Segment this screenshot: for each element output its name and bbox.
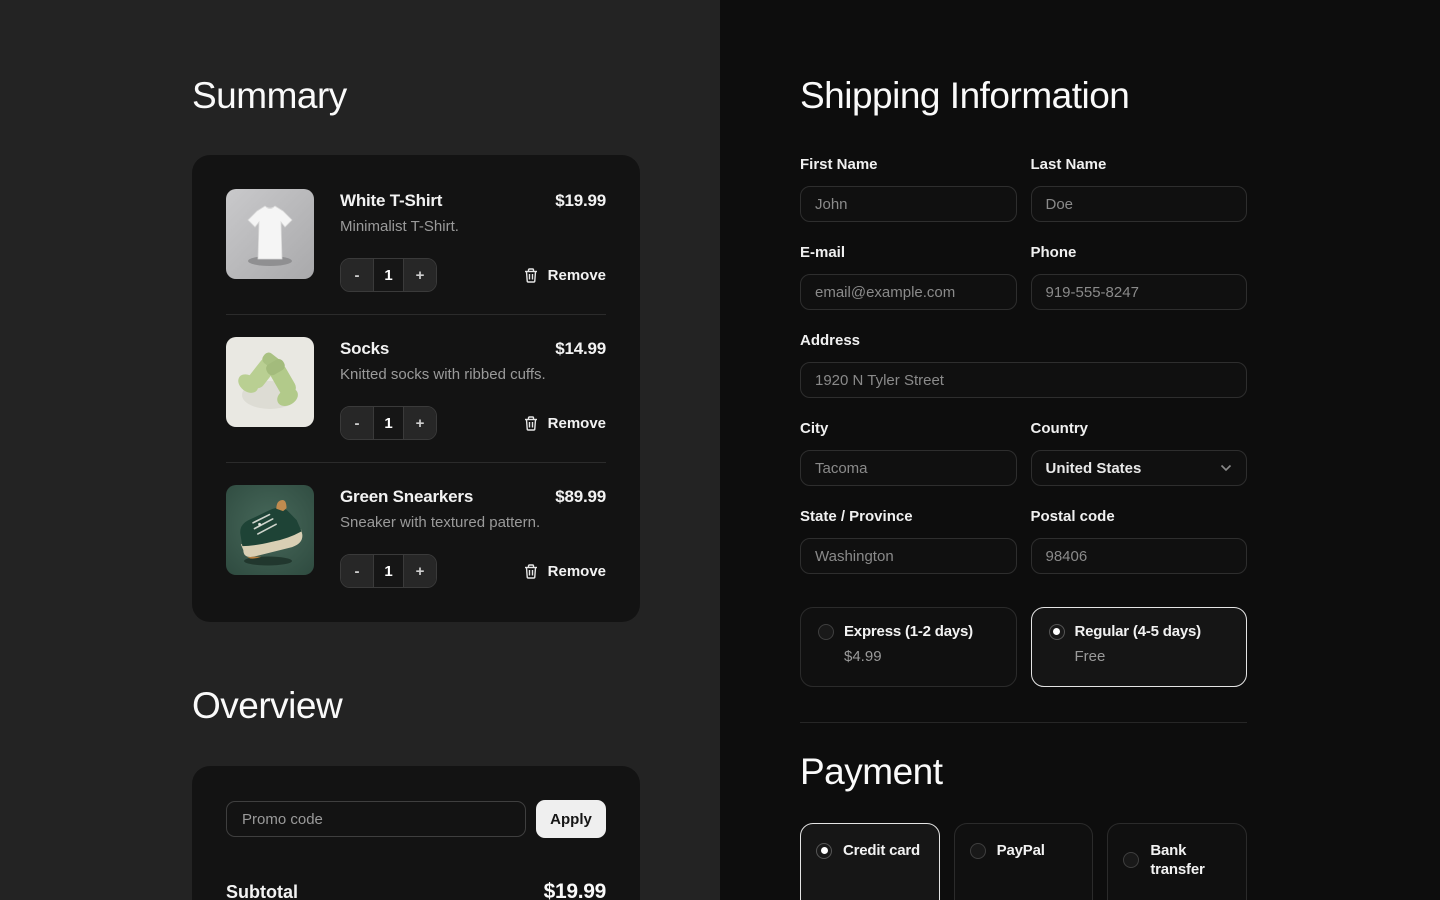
- qty-decrease-button[interactable]: -: [341, 407, 373, 439]
- promo-code-input[interactable]: [226, 801, 526, 837]
- last-name-label: Last Name: [1031, 156, 1248, 173]
- email-label: E-mail: [800, 244, 1017, 261]
- qty-increase-button[interactable]: +: [404, 259, 436, 291]
- state-label: State / Province: [800, 508, 1017, 525]
- trash-icon: [523, 267, 539, 284]
- postal-code-label: Postal code: [1031, 508, 1248, 525]
- radio-icon[interactable]: [816, 843, 832, 859]
- quantity-stepper: - 1 +: [340, 554, 437, 588]
- first-name-input[interactable]: [800, 186, 1017, 222]
- shipping-option-label: Express (1-2 days): [844, 623, 973, 640]
- section-divider: [800, 722, 1247, 723]
- remove-button[interactable]: Remove: [523, 563, 606, 580]
- trash-icon: [523, 563, 539, 580]
- radio-icon[interactable]: [818, 624, 834, 640]
- checkout-page: Summary: [0, 0, 1440, 900]
- quantity-stepper: - 1 +: [340, 406, 437, 440]
- shipping-form: First Name Last Name E-mail Phone: [800, 156, 1247, 900]
- remove-label: Remove: [548, 415, 606, 432]
- payment-method-paypal[interactable]: PayPal: [954, 823, 1094, 900]
- city-label: City: [800, 420, 1017, 437]
- remove-button[interactable]: Remove: [523, 415, 606, 432]
- qty-decrease-button[interactable]: -: [341, 259, 373, 291]
- summary-panel: Summary: [0, 0, 720, 900]
- product-description: Minimalist T-Shirt.: [340, 218, 606, 235]
- qty-decrease-button[interactable]: -: [341, 555, 373, 587]
- payment-methods: Credit card PayPal Bank transfer: [800, 823, 1247, 900]
- first-name-label: First Name: [800, 156, 1017, 173]
- shipping-option-price: Free: [1075, 648, 1230, 665]
- cart-item-sneakers: Green Snearkers $89.99 Sneaker with text…: [226, 485, 606, 588]
- product-image-sneakers: [226, 485, 314, 575]
- address-label: Address: [800, 332, 1247, 349]
- city-input[interactable]: [800, 450, 1017, 486]
- qty-value: 1: [373, 407, 404, 439]
- product-price: $19.99: [555, 191, 606, 211]
- subtotal-label: Subtotal: [226, 882, 298, 900]
- payment-method-label: Credit card: [843, 841, 920, 860]
- payment-method-credit-card[interactable]: Credit card: [800, 823, 940, 900]
- qty-increase-button[interactable]: +: [404, 555, 436, 587]
- overview-card: Apply Subtotal $19.99: [192, 766, 640, 900]
- remove-label: Remove: [548, 563, 606, 580]
- item-divider: [226, 314, 606, 315]
- product-price: $14.99: [555, 339, 606, 359]
- phone-input[interactable]: [1031, 274, 1248, 310]
- shipping-option-express[interactable]: Express (1-2 days) $4.99: [800, 607, 1017, 687]
- radio-icon[interactable]: [1049, 624, 1065, 640]
- qty-increase-button[interactable]: +: [404, 407, 436, 439]
- product-title: Socks: [340, 339, 389, 359]
- country-value: United States: [1046, 460, 1142, 477]
- cart-item-socks: Socks $14.99 Knitted socks with ribbed c…: [226, 337, 606, 440]
- phone-label: Phone: [1031, 244, 1248, 261]
- radio-icon[interactable]: [1123, 852, 1139, 868]
- shipping-title: Shipping Information: [800, 74, 1247, 118]
- product-title: White T-Shirt: [340, 191, 442, 211]
- postal-code-input[interactable]: [1031, 538, 1248, 574]
- apply-button[interactable]: Apply: [536, 800, 606, 838]
- email-input[interactable]: [800, 274, 1017, 310]
- address-input[interactable]: [800, 362, 1247, 398]
- cart-item-white-tshirt: White T-Shirt $19.99 Minimalist T-Shirt.…: [226, 189, 606, 292]
- chevron-down-icon: [1220, 464, 1232, 472]
- product-description: Knitted socks with ribbed cuffs.: [340, 366, 606, 383]
- qty-value: 1: [373, 259, 404, 291]
- country-select[interactable]: United States: [1031, 450, 1248, 486]
- subtotal-value: $19.99: [544, 880, 606, 900]
- country-label: Country: [1031, 420, 1248, 437]
- shipping-panel: Shipping Information First Name Last Nam…: [720, 0, 1440, 900]
- shipping-option-price: $4.99: [844, 648, 999, 665]
- shipping-option-label: Regular (4-5 days): [1075, 623, 1201, 640]
- quantity-stepper: - 1 +: [340, 258, 437, 292]
- remove-button[interactable]: Remove: [523, 267, 606, 284]
- last-name-input[interactable]: [1031, 186, 1248, 222]
- overview-title: Overview: [192, 684, 640, 728]
- product-price: $89.99: [555, 487, 606, 507]
- product-image-socks: [226, 337, 314, 427]
- payment-method-label: Bank transfer: [1150, 841, 1231, 879]
- summary-title: Summary: [192, 74, 640, 118]
- product-title: Green Snearkers: [340, 487, 473, 507]
- shipping-option-regular[interactable]: Regular (4-5 days) Free: [1031, 607, 1248, 687]
- payment-method-bank-transfer[interactable]: Bank transfer: [1107, 823, 1247, 900]
- shipping-options: Express (1-2 days) $4.99 Regular (4-5 da…: [800, 607, 1247, 687]
- cart-card: White T-Shirt $19.99 Minimalist T-Shirt.…: [192, 155, 640, 622]
- payment-method-label: PayPal: [997, 841, 1045, 860]
- item-divider: [226, 462, 606, 463]
- product-image-white-tshirt: [226, 189, 314, 279]
- remove-label: Remove: [548, 267, 606, 284]
- state-input[interactable]: [800, 538, 1017, 574]
- product-description: Sneaker with textured pattern.: [340, 514, 606, 531]
- payment-title: Payment: [800, 750, 1247, 794]
- radio-icon[interactable]: [970, 843, 986, 859]
- qty-value: 1: [373, 555, 404, 587]
- trash-icon: [523, 415, 539, 432]
